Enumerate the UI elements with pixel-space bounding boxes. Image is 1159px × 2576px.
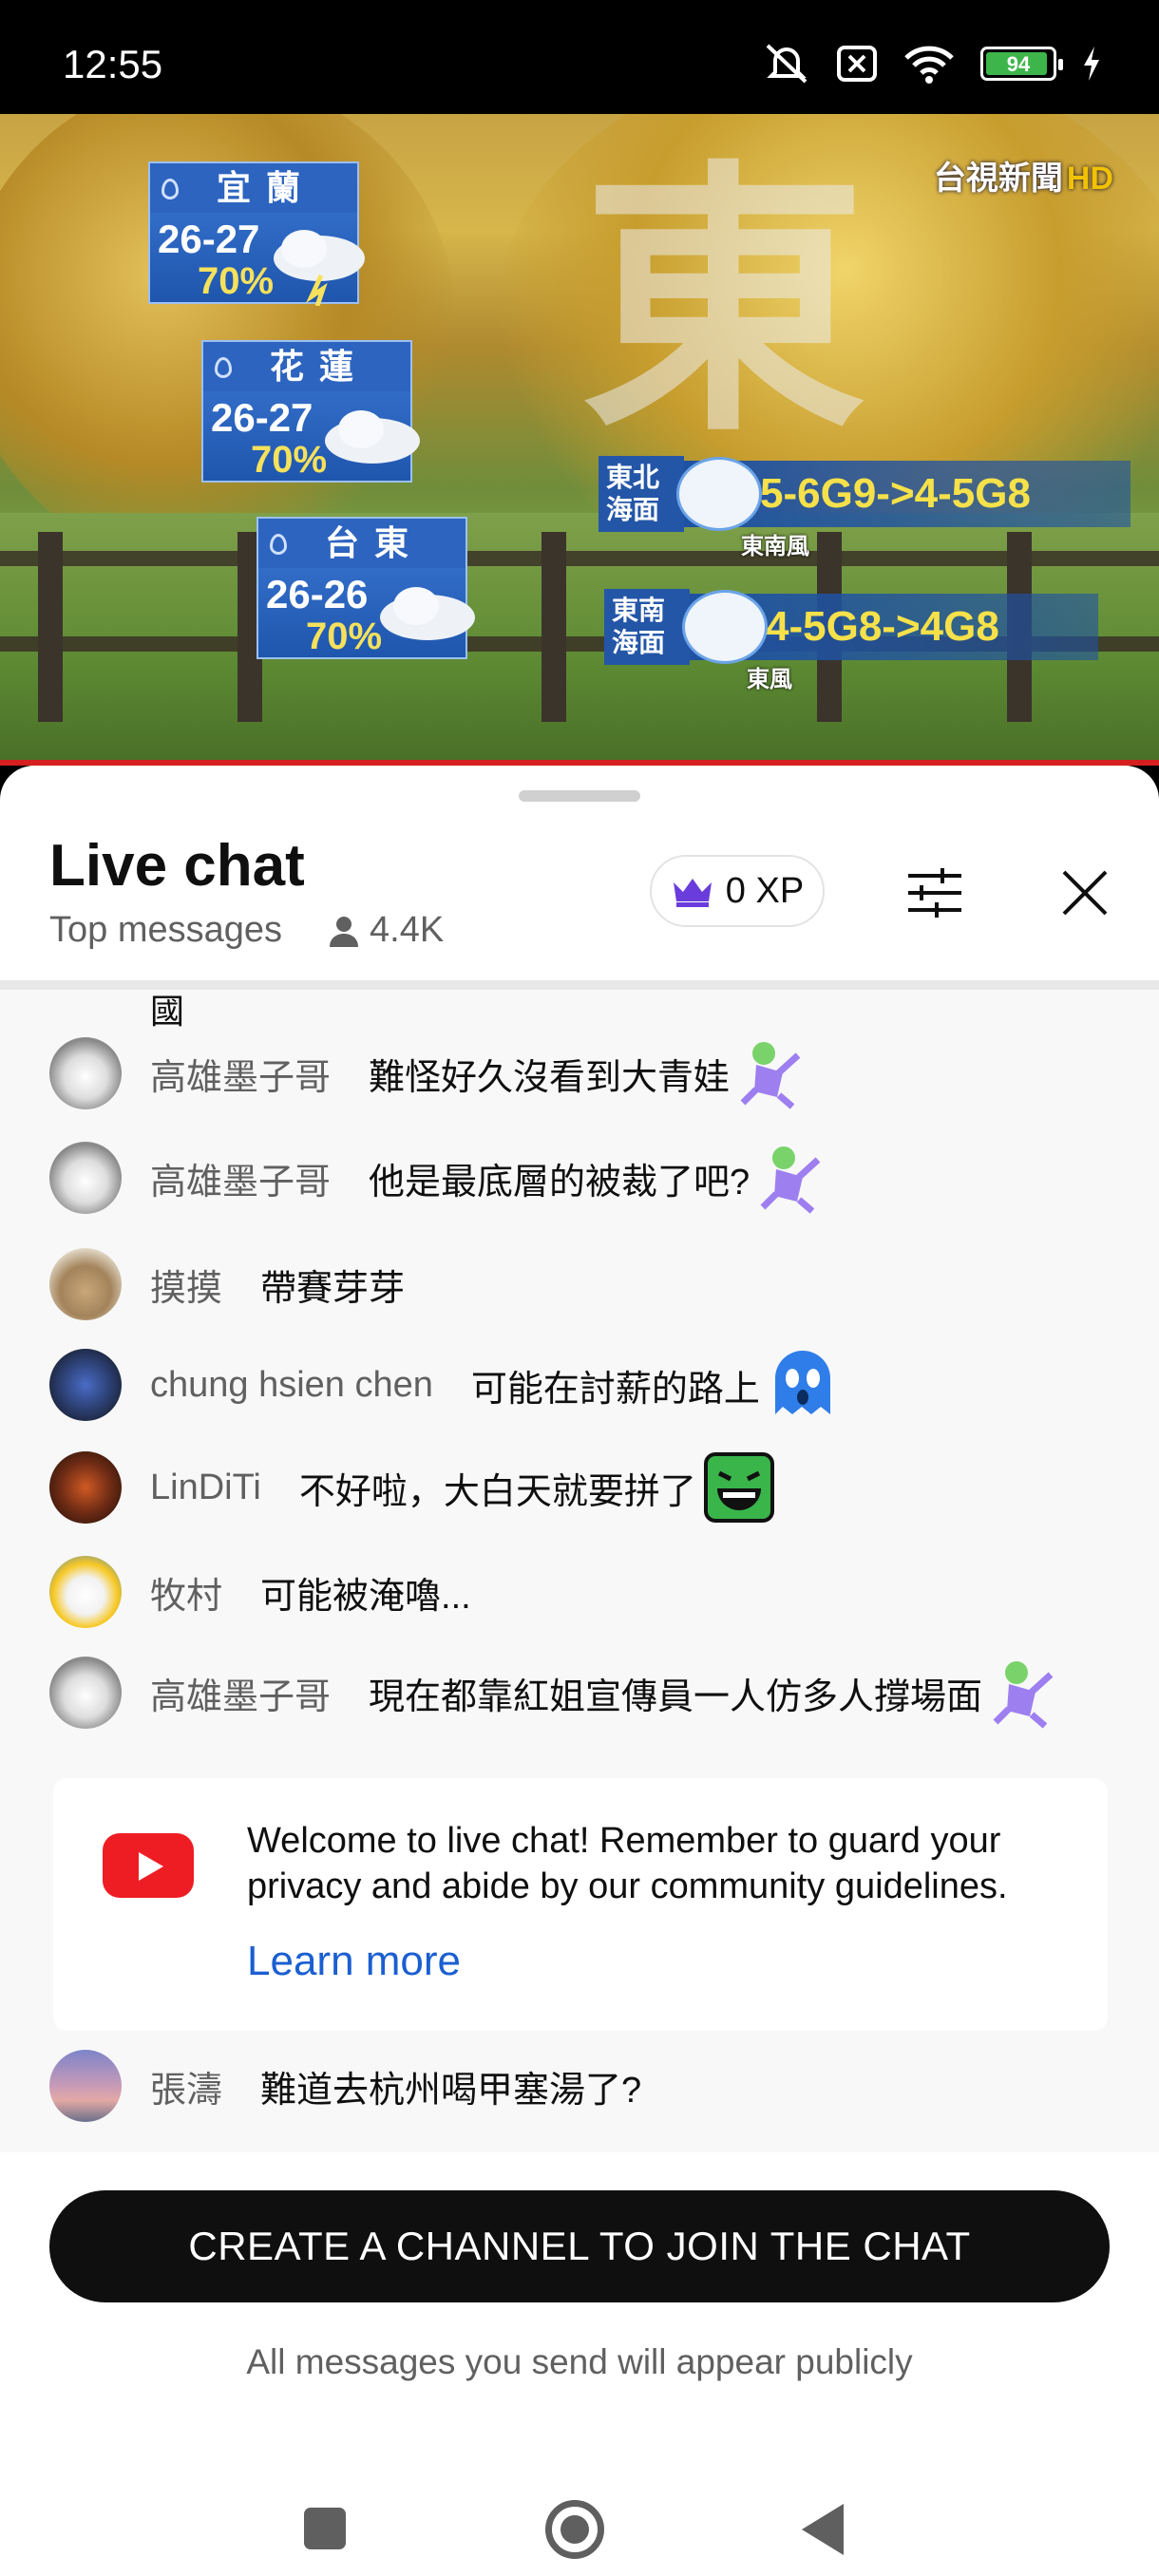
header-divider bbox=[0, 980, 1159, 990]
live-chat-title: Live chat bbox=[49, 833, 305, 899]
green-laughing-emoji bbox=[703, 1452, 774, 1523]
message-text: 可能被淹嚕... bbox=[260, 1576, 471, 1617]
home-icon[interactable] bbox=[545, 2500, 604, 2559]
wind-area: 東北海面 bbox=[598, 456, 684, 532]
channel-logo: 台視新聞 HD bbox=[934, 152, 1113, 199]
person-icon bbox=[330, 916, 359, 947]
live-chat-panel: Live chat Top messages 4.4K 0 XP 國 高雄墨子哥… bbox=[0, 766, 1159, 2576]
viewer-count-value: 4.4K bbox=[370, 910, 445, 950]
chat-message-list[interactable]: 國 高雄墨子哥 難怪好久沒看到大青娃 高雄墨子哥 他是最底層的被裁了吧? 摸摸 bbox=[0, 990, 1159, 2152]
message-author[interactable]: 張濤 bbox=[150, 2060, 222, 2112]
create-channel-button[interactable]: CREATE A CHANNEL TO JOIN THE CHAT bbox=[49, 2190, 1110, 2302]
wind-forecast: 東南海面 4-5G8->4G8 東風 bbox=[604, 589, 1098, 692]
back-icon[interactable] bbox=[802, 2504, 844, 2555]
dancing-figure-emoji bbox=[993, 1661, 1054, 1729]
status-time: 12:55 bbox=[63, 42, 163, 86]
avatar[interactable] bbox=[49, 1451, 122, 1524]
chat-footer: CREATE A CHANNEL TO JOIN THE CHAT All me… bbox=[0, 2152, 1159, 2576]
filter-settings-icon[interactable] bbox=[904, 862, 965, 923]
message-text: 現在都靠紅姐宣傳員一人仿多人撐場面 bbox=[369, 1676, 983, 1717]
blue-ghost-emoji bbox=[774, 1351, 830, 1414]
weather-card: 台東 26-26 70% bbox=[256, 517, 475, 659]
wind-direction: 東南風 bbox=[741, 534, 809, 559]
message-text: 難怪好久沒看到大青娃 bbox=[369, 1057, 731, 1098]
wind-direction: 東風 bbox=[747, 667, 792, 692]
message-author[interactable]: LinDiTi bbox=[150, 1468, 261, 1508]
battery-level: 94 bbox=[1006, 52, 1031, 76]
chat-message[interactable]: 高雄墨子哥 他是最底層的被裁了吧? bbox=[49, 1140, 829, 1216]
charging-icon bbox=[1084, 47, 1099, 81]
windsock-icon bbox=[676, 457, 762, 531]
message-author[interactable]: 高雄墨子哥 bbox=[150, 1152, 331, 1204]
weather-card: 宜蘭 26-27 70% bbox=[148, 161, 365, 306]
wind-forecast: 東北海面 5-6G9->4-5G8 東南風 bbox=[598, 456, 1130, 559]
chat-mode-selector[interactable]: Top messages bbox=[49, 910, 282, 951]
weather-city: 花蓮 bbox=[269, 347, 369, 386]
avatar[interactable] bbox=[49, 1142, 122, 1214]
message-text: 可能在討薪的路上 bbox=[470, 1369, 760, 1410]
avatar[interactable] bbox=[49, 2050, 122, 2122]
welcome-notice: Welcome to live chat! Remember to guard … bbox=[53, 1778, 1108, 2031]
xp-badge-button[interactable]: 0 XP bbox=[650, 855, 825, 927]
video-player[interactable]: 東 台視新聞 HD 宜蘭 26-27 70% 花蓮 26-27 70% 台東 26… bbox=[0, 114, 1159, 760]
message-author[interactable]: 牧村 bbox=[150, 1566, 222, 1619]
crown-icon bbox=[673, 879, 712, 907]
avatar[interactable] bbox=[49, 1037, 122, 1109]
status-icons: 94 bbox=[762, 40, 1102, 87]
message-text: 他是最底層的被裁了吧? bbox=[369, 1162, 750, 1203]
cut-off-message-text: 國 bbox=[150, 992, 185, 1031]
wind-value: 5-6G9->4-5G8 bbox=[760, 470, 1031, 517]
dancing-figure-emoji bbox=[760, 1146, 821, 1214]
status-bar: 12:55 94 bbox=[0, 0, 1159, 114]
message-text: 帶賽芽芽 bbox=[260, 1268, 406, 1309]
recent-apps-icon[interactable] bbox=[304, 2508, 346, 2549]
chat-message[interactable]: 高雄墨子哥 難怪好久沒看到大青娃 bbox=[49, 1035, 809, 1111]
dancing-figure-emoji bbox=[740, 1042, 801, 1109]
chat-message[interactable]: 摸摸 帶賽芽芽 bbox=[49, 1246, 405, 1322]
avatar[interactable] bbox=[49, 1349, 122, 1421]
avatar[interactable] bbox=[49, 1556, 122, 1628]
battery-icon: 94 bbox=[980, 47, 1063, 81]
close-icon[interactable] bbox=[1056, 864, 1113, 921]
message-author[interactable]: chung hsien chen bbox=[150, 1365, 433, 1406]
wind-area: 東南海面 bbox=[604, 589, 690, 665]
welcome-text: Welcome to live chat! Remember to guard … bbox=[247, 1821, 1008, 1906]
avatar[interactable] bbox=[49, 1657, 122, 1729]
wind-value: 4-5G8->4G8 bbox=[766, 603, 999, 650]
channel-logo-text: 台視新聞 bbox=[933, 161, 1063, 197]
youtube-logo-icon bbox=[103, 1833, 194, 1898]
chat-subtitle: Top messages 4.4K bbox=[49, 910, 444, 951]
message-author[interactable]: 摸摸 bbox=[150, 1259, 222, 1311]
cloudy-icon bbox=[380, 587, 475, 640]
weather-card: 花蓮 26-27 70% bbox=[201, 340, 420, 483]
system-navigation-bar bbox=[0, 2466, 1159, 2576]
wifi-icon bbox=[904, 46, 954, 84]
message-text: 難道去杭州喝甲塞湯了? bbox=[260, 2070, 642, 2111]
windsock-icon bbox=[682, 590, 768, 664]
chat-message[interactable]: 牧村 可能被淹嚕... bbox=[49, 1554, 471, 1630]
chat-message[interactable]: 張濤 難道去杭州喝甲塞湯了? bbox=[49, 2048, 641, 2124]
chat-message[interactable]: LinDiTi 不好啦，大白天就要拼了 bbox=[49, 1449, 776, 1525]
weather-city: 台東 bbox=[324, 523, 424, 562]
chat-message[interactable]: chung hsien chen 可能在討薪的路上 bbox=[49, 1347, 840, 1423]
message-author[interactable]: 高雄墨子哥 bbox=[150, 1667, 331, 1719]
no-sim-icon bbox=[837, 46, 877, 82]
xp-value: 0 XP bbox=[725, 870, 805, 911]
chat-message[interactable]: 高雄墨子哥 現在都靠紅姐宣傳員一人仿多人撐場面 bbox=[49, 1655, 1062, 1731]
learn-more-link[interactable]: Learn more bbox=[247, 1938, 461, 1985]
message-text: 不好啦，大白天就要拼了 bbox=[298, 1471, 696, 1512]
drag-handle[interactable] bbox=[519, 790, 640, 802]
channel-logo-hd: HD bbox=[1066, 161, 1113, 197]
viewer-count: 4.4K bbox=[328, 910, 444, 951]
video-overlay-character: 東 bbox=[581, 138, 866, 469]
cloudy-icon bbox=[325, 410, 420, 464]
mute-icon bbox=[766, 44, 808, 84]
thunderstorm-icon bbox=[274, 230, 365, 306]
avatar[interactable] bbox=[49, 1248, 122, 1320]
public-notice: All messages you send will appear public… bbox=[246, 2342, 913, 2381]
message-author[interactable]: 高雄墨子哥 bbox=[150, 1048, 331, 1100]
weather-city: 宜蘭 bbox=[216, 168, 315, 207]
